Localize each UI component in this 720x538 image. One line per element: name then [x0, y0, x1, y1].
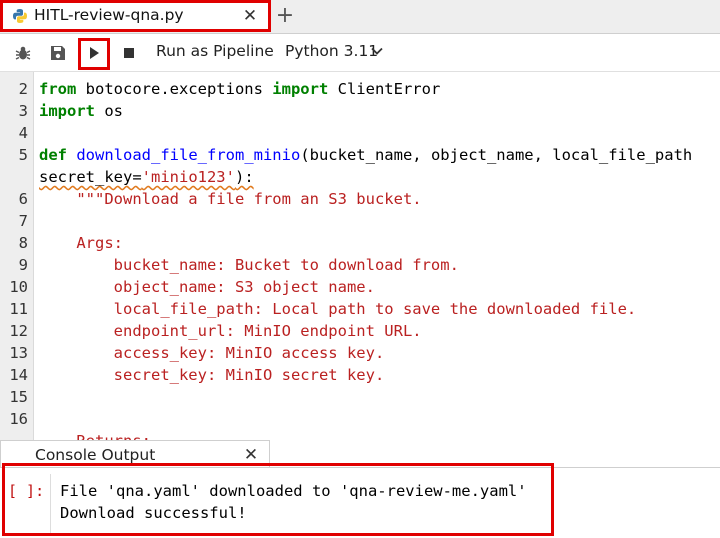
code-token: bucket_name: Bucket to download from.	[39, 256, 459, 274]
code-token: import	[272, 80, 329, 98]
code-token: local_file_path: Local path to save the …	[39, 300, 637, 318]
code-text: secret_key='minio123'):	[39, 166, 254, 188]
kernel-selector[interactable]: Python 3.11	[285, 42, 378, 60]
code-text: bucket_name: Bucket to download from.	[39, 254, 459, 276]
line-number: 16	[9, 410, 28, 428]
code-line: secret_key='minio123'):	[0, 166, 720, 188]
line-number: 11	[9, 300, 28, 318]
line-number: 9	[18, 256, 28, 274]
code-text: access_key: MinIO access key.	[39, 342, 385, 364]
file-tab[interactable]: HITL-review-qna.py ✕	[0, 0, 270, 32]
line-number: 3	[18, 102, 28, 120]
code-text: object_name: S3 object name.	[39, 276, 375, 298]
code-line: 15	[0, 386, 720, 408]
code-text: local_file_path: Local path to save the …	[39, 298, 637, 320]
code-token: botocore.exceptions	[76, 80, 273, 98]
code-token: 'minio123'	[141, 168, 235, 186]
code-text: Args:	[39, 232, 123, 254]
code-text: Returns:	[39, 430, 151, 440]
close-tab-icon[interactable]: ✕	[240, 6, 260, 26]
code-token: download_file_from_minio	[76, 146, 301, 164]
console-output-panel: [ ]: File 'qna.yaml' downloaded to 'qna-…	[0, 467, 720, 538]
code-token: Returns:	[39, 432, 151, 440]
line-number: 6	[18, 190, 28, 208]
code-token: ClientError	[328, 80, 441, 98]
code-token: def	[39, 146, 67, 164]
chevron-down-icon[interactable]	[370, 44, 384, 58]
code-line: Returns:	[0, 430, 720, 440]
save-icon	[51, 46, 65, 60]
stop-button[interactable]	[116, 40, 142, 66]
output-line: Download successful!	[60, 504, 247, 522]
code-line: 3 import os	[0, 100, 720, 122]
code-token: (bucket_name, object_name, local_file_pa…	[300, 146, 693, 164]
output-divider	[50, 474, 51, 534]
code-token: access_key: MinIO access key.	[39, 344, 385, 362]
code-line: 11 local_file_path: Local path to save t…	[0, 298, 720, 320]
code-line: 9 bucket_name: Bucket to download from.	[0, 254, 720, 276]
code-text: def download_file_from_minio(bucket_name…	[39, 144, 692, 166]
code-token: object_name: S3 object name.	[39, 278, 375, 296]
code-editor[interactable]: 2 from botocore.exceptions import ClientE…	[0, 72, 720, 440]
python-file-icon	[13, 9, 27, 23]
toolbar: Run as Pipeline Python 3.11	[0, 34, 720, 72]
code-text: from botocore.exceptions import ClientEr…	[39, 78, 440, 100]
tab-bar: HITL-review-qna.py ✕ +	[0, 0, 720, 34]
close-console-icon[interactable]: ✕	[241, 445, 261, 465]
code-token: """Download a file from an S3 bucket.	[39, 190, 422, 208]
output-line: File 'qna.yaml' downloaded to 'qna-revie…	[60, 482, 527, 500]
line-number: 10	[9, 278, 28, 296]
line-number: 2	[18, 80, 28, 98]
code-line: 14 secret_key: MinIO secret key.	[0, 364, 720, 386]
code-line: 7	[0, 210, 720, 232]
code-text: secret_key: MinIO secret key.	[39, 364, 385, 386]
console-tab[interactable]: Console Output ✕	[0, 440, 270, 468]
file-tab-title: HITL-review-qna.py	[34, 6, 184, 24]
line-number: 8	[18, 234, 28, 252]
line-number: 5	[18, 146, 28, 164]
line-number: 13	[9, 344, 28, 362]
code-token: secret_key: MinIO secret key.	[39, 366, 385, 384]
play-icon	[90, 47, 99, 59]
line-number: 15	[9, 388, 28, 406]
bug-icon	[15, 46, 31, 60]
debug-button[interactable]	[10, 40, 36, 66]
code-text: import os	[39, 100, 123, 122]
cell-prompt: [ ]:	[8, 482, 45, 500]
stop-icon	[124, 48, 134, 58]
line-number: 4	[18, 124, 28, 142]
run-button[interactable]	[81, 40, 107, 66]
code-text: """Download a file from an S3 bucket.	[39, 188, 422, 210]
run-as-pipeline-button[interactable]: Run as Pipeline	[156, 42, 274, 60]
code-line: 13 access_key: MinIO access key.	[0, 342, 720, 364]
code-line: 8 Args:	[0, 232, 720, 254]
code-token: os	[95, 102, 123, 120]
save-button[interactable]	[45, 40, 71, 66]
code-text: endpoint_url: MinIO endpoint URL.	[39, 320, 422, 342]
code-line: 10 object_name: S3 object name.	[0, 276, 720, 298]
console-title: Console Output	[35, 446, 156, 464]
code-line: 16	[0, 408, 720, 430]
code-token: from	[39, 80, 77, 98]
code-line: 5 def download_file_from_minio(bucket_nam…	[0, 144, 720, 166]
line-number: 14	[9, 366, 28, 384]
new-tab-button[interactable]: +	[274, 4, 296, 28]
code-line: 2 from botocore.exceptions import ClientE…	[0, 78, 720, 100]
code-token: import	[39, 102, 95, 120]
code-token: ):	[234, 168, 254, 186]
code-token: endpoint_url: MinIO endpoint URL.	[39, 322, 422, 340]
line-number: 7	[18, 212, 28, 230]
code-line: 4	[0, 122, 720, 144]
code-line: 12 endpoint_url: MinIO endpoint URL.	[0, 320, 720, 342]
code-token: Args:	[39, 234, 123, 252]
code-line: 6 """Download a file from an S3 bucket.	[0, 188, 720, 210]
line-number: 12	[9, 322, 28, 340]
code-token: secret_key=	[39, 168, 142, 186]
